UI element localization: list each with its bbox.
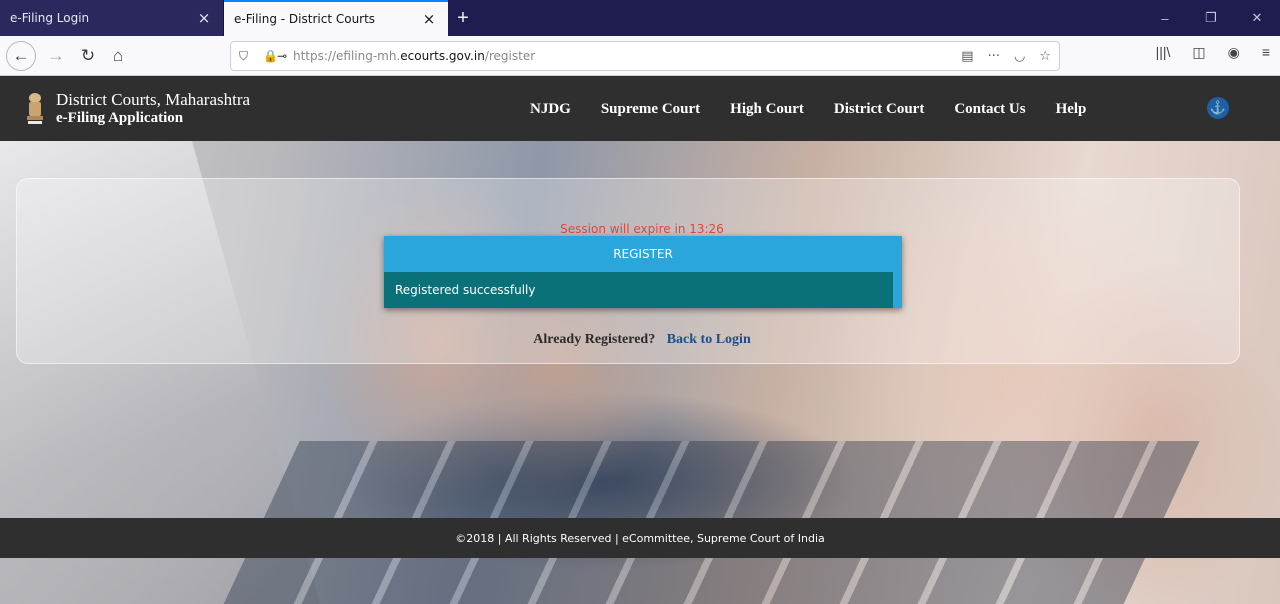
tab-title: e-Filing Login bbox=[10, 11, 90, 25]
already-registered-label: Already Registered? bbox=[533, 332, 656, 347]
menu-high-court[interactable]: High Court bbox=[730, 101, 804, 118]
minimize-icon[interactable]: – bbox=[1142, 0, 1188, 36]
tracking-shield-icon[interactable]: ⛉ bbox=[239, 49, 255, 64]
register-box: REGISTER Registered successfully bbox=[384, 236, 902, 308]
back-icon[interactable]: ← bbox=[6, 40, 36, 71]
new-tab-button[interactable]: + bbox=[448, 0, 478, 36]
close-icon[interactable]: × bbox=[420, 10, 438, 28]
menu-contact-us[interactable]: Contact Us bbox=[954, 101, 1025, 118]
window-controls: – ❐ ✕ bbox=[1142, 0, 1280, 36]
menu-njdg[interactable]: NJDG bbox=[530, 101, 571, 118]
brand-title: District Courts, Maharashtra bbox=[56, 90, 251, 109]
login-prompt: Already Registered? Back to Login bbox=[0, 332, 1280, 348]
session-timer: Session will expire in 13:26 bbox=[560, 222, 724, 236]
reader-view-icon[interactable]: ▤ bbox=[961, 49, 973, 64]
reload-icon[interactable]: ↻ bbox=[74, 42, 102, 70]
url-actions: ▤ ··· ◡ ☆ bbox=[961, 49, 1051, 64]
home-icon[interactable]: ⌂ bbox=[104, 42, 132, 70]
hamburger-menu-icon[interactable]: ≡ bbox=[1262, 44, 1270, 61]
site-footer: ©2018 | All Rights Reserved | eCommittee… bbox=[0, 518, 1280, 558]
browser-toolbar: |||\ ◫ ◉ ≡ bbox=[1156, 44, 1270, 61]
url-bar[interactable]: ⛉ 🔒⊸ https://efiling-mh.ecourts.gov.in/r… bbox=[230, 41, 1060, 71]
lock-icon[interactable]: 🔒⊸ bbox=[263, 49, 293, 63]
menu-supreme-court[interactable]: Supreme Court bbox=[601, 101, 700, 118]
footer-copyright: ©2018 | All Rights Reserved | eCommittee… bbox=[455, 531, 825, 545]
brand-subtitle: e-Filing Application bbox=[56, 110, 184, 126]
main-menu: NJDG Supreme Court High Court District C… bbox=[530, 77, 1086, 141]
site-header: District Courts, Maharashtra e-Filing Ap… bbox=[0, 77, 1280, 141]
more-actions-icon[interactable]: ··· bbox=[988, 49, 1000, 64]
tab-title: e-Filing - District Courts bbox=[234, 12, 376, 26]
pocket-icon[interactable]: ◡ bbox=[1014, 49, 1025, 64]
account-icon[interactable]: ◉ bbox=[1228, 44, 1240, 61]
library-icon[interactable]: |||\ bbox=[1156, 44, 1171, 61]
window-close-icon[interactable]: ✕ bbox=[1234, 0, 1280, 36]
close-icon[interactable]: × bbox=[195, 9, 213, 27]
url-text[interactable]: https://efiling-mh.ecourts.gov.in/regist… bbox=[293, 49, 535, 63]
success-message: Registered successfully bbox=[384, 272, 902, 308]
menu-district-court[interactable]: District Court bbox=[834, 101, 924, 118]
accessibility-icon[interactable]: ⚓ bbox=[1207, 97, 1229, 119]
tab-efiling-district-courts[interactable]: e-Filing - District Courts × bbox=[224, 0, 448, 36]
national-emblem-icon bbox=[24, 91, 46, 127]
site-brand[interactable]: District Courts, Maharashtra e-Filing Ap… bbox=[56, 91, 250, 127]
register-title: REGISTER bbox=[384, 236, 902, 272]
tab-efiling-login[interactable]: e-Filing Login × bbox=[0, 0, 224, 36]
menu-help[interactable]: Help bbox=[1056, 101, 1087, 118]
forward-icon[interactable]: → bbox=[42, 42, 70, 70]
bookmark-star-icon[interactable]: ☆ bbox=[1039, 49, 1051, 64]
browser-navigation-bar: ← → ↻ ⌂ ⛉ 🔒⊸ https://efiling-mh.ecourts.… bbox=[0, 36, 1280, 76]
sidebar-icon[interactable]: ◫ bbox=[1192, 44, 1205, 61]
browser-tab-bar: e-Filing Login × e-Filing - District Cou… bbox=[0, 0, 1280, 36]
restore-icon[interactable]: ❐ bbox=[1188, 0, 1234, 36]
back-to-login-link[interactable]: Back to Login bbox=[667, 332, 751, 347]
